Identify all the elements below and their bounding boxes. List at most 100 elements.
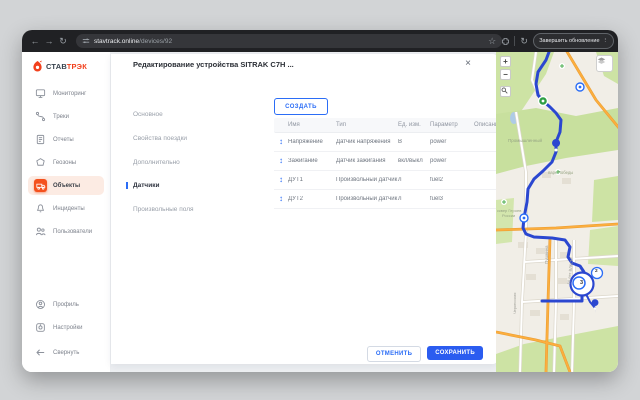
sidebar-item-geozones[interactable]: Геозоны bbox=[28, 153, 104, 172]
kebab-menu-icon[interactable]: ⋮ bbox=[603, 38, 609, 44]
cancel-button[interactable]: ОТМЕНИТЬ bbox=[367, 346, 421, 362]
sensor-param: fuel3 bbox=[430, 196, 474, 202]
reports-icon bbox=[34, 133, 47, 146]
profile-icon bbox=[34, 298, 47, 311]
sidebar-item-label: Мониторинг bbox=[53, 91, 86, 97]
col-unit: Ед. изм. bbox=[398, 122, 430, 128]
map-label-street-cherkesskaya: Черкесская bbox=[512, 293, 517, 314]
search-icon bbox=[501, 87, 508, 94]
drag-handle-icon[interactable]: ↕ bbox=[274, 176, 288, 184]
update-sync-icon[interactable]: ↻ bbox=[519, 30, 529, 52]
stavtrack-logo[interactable]: СТАВТРЭК bbox=[32, 60, 87, 73]
main-area: Редактирование устройства SITRAK C7H ...… bbox=[111, 52, 496, 372]
tab-custom-fields[interactable]: Произвольные поля bbox=[133, 206, 194, 213]
reload-icon[interactable]: ↻ bbox=[56, 30, 70, 52]
sidebar: СТАВТРЭК Мониторинг Тре bbox=[22, 52, 111, 372]
drag-handle-icon[interactable]: ↕ bbox=[274, 138, 288, 146]
map-search-button[interactable] bbox=[500, 86, 511, 97]
back-icon[interactable]: ← bbox=[28, 30, 42, 52]
browser-chrome: ← → ↻ stavtrack.online/devices/92 ☆ ↻ bbox=[22, 30, 618, 52]
finish-update-button[interactable]: Завершить обновление ⋮ bbox=[533, 33, 614, 49]
sidebar-item-reports[interactable]: Отчеты bbox=[28, 130, 104, 149]
app-root: СТАВТРЭК Мониторинг Тре bbox=[22, 52, 618, 372]
modal-title: Редактирование устройства SITRAK C7H ... bbox=[133, 60, 294, 69]
tab-sensors[interactable]: Датчики bbox=[126, 182, 159, 189]
sidebar-item-label: Настройки bbox=[53, 325, 82, 331]
tab-trip-properties[interactable]: Свойства поездки bbox=[133, 135, 187, 142]
logo-text: СТАВТРЭК bbox=[46, 62, 87, 71]
sidebar-item-tracks[interactable]: Треки bbox=[28, 107, 104, 126]
sidebar-item-profile[interactable]: Профиль bbox=[28, 295, 104, 314]
geofence-icon bbox=[34, 156, 47, 169]
sidebar-item-settings[interactable]: Настройки bbox=[28, 318, 104, 337]
drag-handle-icon[interactable]: ↕ bbox=[274, 157, 288, 165]
sensor-param: power bbox=[430, 139, 474, 145]
forward-icon[interactable]: → bbox=[42, 30, 56, 52]
monitor-icon bbox=[34, 87, 47, 100]
zoom-in-button[interactable]: + bbox=[500, 56, 511, 67]
layers-icon bbox=[597, 56, 606, 65]
sensor-type: Произвольный датчик bbox=[336, 196, 398, 202]
sensor-unit: л bbox=[398, 177, 430, 183]
col-param: Параметр bbox=[430, 122, 474, 128]
tab-additional[interactable]: Дополнительно bbox=[133, 159, 180, 166]
tab-main[interactable]: Основное bbox=[133, 111, 163, 118]
cluster-count[interactable]: 3 bbox=[580, 280, 583, 286]
sensor-type: Датчик напряжения bbox=[336, 139, 398, 145]
drag-handle-icon[interactable]: ↕ bbox=[274, 195, 288, 203]
sensor-name: ДУТ2 bbox=[288, 196, 336, 202]
collapse-arrow-icon bbox=[34, 346, 47, 359]
extensions-puzzle-icon[interactable] bbox=[501, 37, 510, 46]
zoom-out-button[interactable]: − bbox=[500, 69, 511, 80]
create-button[interactable]: СОЗДАТЬ bbox=[274, 98, 328, 115]
logo-flame-icon bbox=[32, 60, 43, 73]
chrome-separator bbox=[514, 36, 515, 46]
sensor-unit: В bbox=[398, 139, 430, 145]
sensor-type: Произвольный датчик bbox=[336, 177, 398, 183]
edit-device-modal: Редактирование устройства SITRAK C7H ...… bbox=[111, 54, 497, 364]
url-host: stavtrack.online bbox=[94, 38, 139, 45]
finish-update-label: Завершить обновление bbox=[539, 38, 599, 44]
bookmark-star-icon[interactable]: ☆ bbox=[487, 30, 497, 52]
sidebar-item-label: Объекты bbox=[53, 183, 80, 189]
sensor-name: Зажигание bbox=[288, 158, 336, 164]
map-label-street-pushkina: Пушкина bbox=[544, 245, 549, 264]
tracks-icon bbox=[34, 110, 47, 123]
col-type: Тип bbox=[336, 122, 398, 128]
sidebar-item-label: Геозоны bbox=[53, 160, 76, 166]
users-icon bbox=[34, 225, 47, 238]
sensor-param: power bbox=[430, 158, 474, 164]
address-bar[interactable]: stavtrack.online/devices/92 bbox=[76, 34, 502, 48]
sensor-name: Напряжение bbox=[288, 139, 336, 145]
sidebar-item-incidents[interactable]: Инциденты bbox=[28, 199, 104, 218]
sidebar-item-objects[interactable]: Объекты bbox=[28, 176, 104, 195]
settings-icon bbox=[34, 321, 47, 334]
close-icon[interactable]: × bbox=[465, 58, 471, 69]
sidebar-item-label: Отчеты bbox=[53, 137, 74, 143]
vehicle-icon bbox=[34, 179, 47, 192]
sensor-name: ДУТ1 bbox=[288, 177, 336, 183]
sidebar-item-label: Профиль bbox=[53, 302, 79, 308]
desktop: ← → ↻ stavtrack.online/devices/92 ☆ ↻ bbox=[0, 0, 640, 400]
sensor-unit: вкл/выкл bbox=[398, 158, 430, 164]
sidebar-item-label: Свернуть bbox=[53, 350, 79, 356]
url-path: /devices/92 bbox=[139, 38, 172, 45]
sidebar-item-users[interactable]: Пользователи bbox=[28, 222, 104, 241]
site-settings-icon bbox=[82, 37, 90, 45]
sensor-unit: л bbox=[398, 196, 430, 202]
sensor-type: Датчик зажигания bbox=[336, 158, 398, 164]
incident-bell-icon bbox=[34, 202, 47, 215]
cluster-badge-count[interactable]: 2 bbox=[595, 269, 598, 274]
sidebar-item-collapse[interactable]: Свернуть bbox=[28, 343, 104, 362]
layers-button[interactable] bbox=[596, 55, 613, 72]
save-button[interactable]: СОХРАНИТЬ bbox=[427, 346, 483, 360]
map-panel[interactable]: 3 2 Промышленный парк Победы сквер Герое… bbox=[496, 52, 618, 372]
map-label-district: Промышленный bbox=[508, 138, 542, 143]
browser-window: ← → ↻ stavtrack.online/devices/92 ☆ ↻ bbox=[22, 30, 618, 372]
modal-footer-buttons: ОТМЕНИТЬ СОХРАНИТЬ bbox=[367, 346, 483, 362]
map-label-park: парк Победы bbox=[548, 170, 573, 175]
sidebar-item-label: Инциденты bbox=[53, 206, 85, 212]
col-name: Имя bbox=[288, 122, 336, 128]
sensor-param: fuel2 bbox=[430, 177, 474, 183]
sidebar-item-monitoring[interactable]: Мониторинг bbox=[28, 84, 104, 103]
